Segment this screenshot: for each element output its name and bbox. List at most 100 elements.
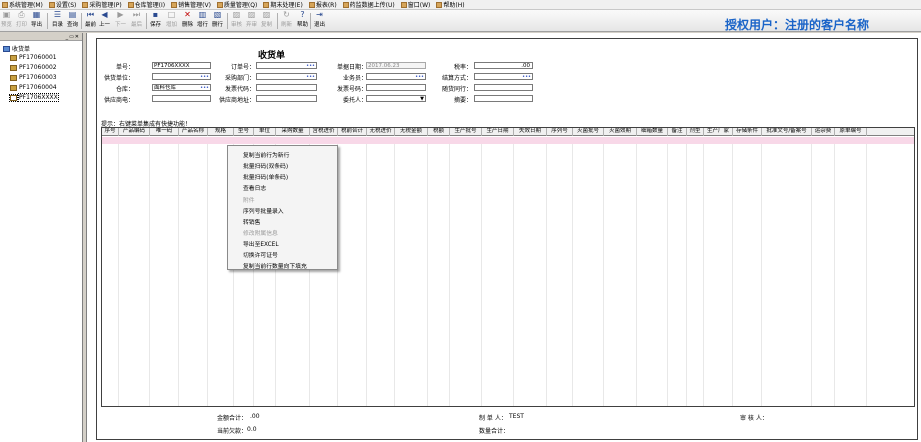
column-header[interactable]: 生产日期 xyxy=(482,128,514,136)
column-header[interactable]: 生产批号 xyxy=(450,128,482,136)
column-header[interactable]: 原单编号 xyxy=(835,128,867,136)
menu-item[interactable]: 采购管理(P) xyxy=(82,0,122,9)
toolbar-button[interactable]: □ 增加 xyxy=(166,11,177,31)
lookup-icon[interactable]: ••• xyxy=(306,74,315,79)
warehouse-field[interactable]: 面料仓库 ••• xyxy=(152,84,211,91)
column-header[interactable]: 备注 xyxy=(668,128,687,136)
supplier-field[interactable]: ••• xyxy=(152,73,211,80)
tree-item[interactable]: PF17060003 xyxy=(10,74,57,81)
column-header[interactable]: 失效日期 xyxy=(514,128,547,136)
context-menu-item[interactable]: 复制当前行数量向下填充 xyxy=(243,261,307,270)
grid-row-selected[interactable] xyxy=(102,137,914,144)
column-header[interactable]: 唯一码 xyxy=(150,128,179,136)
toolbar-button[interactable]: ▨ 复制 xyxy=(261,11,272,31)
column-header[interactable]: 生产厂家 xyxy=(704,128,733,136)
menu-item[interactable]: 销售管理(V) xyxy=(171,0,211,9)
lookup-icon[interactable]: ••• xyxy=(200,85,209,90)
invoice-code-field[interactable] xyxy=(256,84,317,91)
column-header[interactable]: 细箱数量 xyxy=(637,128,668,136)
arrival-field[interactable] xyxy=(474,84,533,91)
menu-item[interactable]: 质量管理(Q) xyxy=(216,0,257,9)
toolbar-button[interactable]: ⇥ 退出 xyxy=(314,11,325,31)
settle-field[interactable]: ••• xyxy=(474,73,533,80)
toolbar-button[interactable]: ▧ 删行 xyxy=(212,11,223,31)
context-menu-item[interactable]: 批量扫码(双条码) xyxy=(243,161,288,170)
menu-item[interactable]: 设置(S) xyxy=(48,0,76,9)
tax-rate-field[interactable]: .00 xyxy=(474,62,533,69)
column-header[interactable]: 型号 xyxy=(234,128,254,136)
column-header[interactable]: 灭菌效期 xyxy=(604,128,637,136)
salesman-field[interactable]: ••• xyxy=(366,73,426,80)
panel-controls[interactable]: _▭✕ xyxy=(66,34,80,40)
toolbar-button[interactable]: ▨ 审核 xyxy=(231,11,242,31)
context-menu-item[interactable]: 转销售 xyxy=(243,217,260,226)
toolbar-button[interactable]: ? 帮助 xyxy=(297,11,308,31)
column-header[interactable]: 单位 xyxy=(254,128,276,136)
column-header[interactable]: 税额 xyxy=(428,128,450,136)
menu-item[interactable]: 期末处理(E) xyxy=(263,0,303,9)
menu-item[interactable]: 帮助(H) xyxy=(436,0,465,9)
lookup-icon[interactable]: ••• xyxy=(200,74,209,79)
column-header[interactable]: 运杂费 xyxy=(812,128,835,136)
menu-item[interactable]: 系统管理(M) xyxy=(2,0,43,9)
supplier-addr-field[interactable] xyxy=(256,95,317,102)
column-header[interactable]: 税前合计 xyxy=(338,128,367,136)
invoice-no-field[interactable] xyxy=(366,84,426,91)
toolbar-button[interactable]: ▤ 查询 xyxy=(67,11,78,31)
context-menu-item[interactable]: 序列号批量录入 xyxy=(243,206,284,215)
tree-item[interactable]: PF17060002 xyxy=(10,64,57,71)
context-menu-item[interactable]: 导出至EXCEL xyxy=(243,239,279,248)
column-header[interactable]: 灭菌批号 xyxy=(573,128,604,136)
context-menu-item[interactable]: 切换许可证号 xyxy=(243,250,278,259)
menu-item[interactable]: 仓库管理(I) xyxy=(127,0,165,9)
po-no-field[interactable]: ••• xyxy=(256,62,317,69)
context-menu-item[interactable]: 修改附属信息 xyxy=(243,228,278,237)
tree-item[interactable]: PF17060004 xyxy=(10,84,57,91)
tree-root[interactable]: 收货单 xyxy=(3,44,30,53)
date-field[interactable]: 2017.06.23 xyxy=(366,62,426,69)
toolbar-button[interactable]: ↻ 刷新 xyxy=(281,11,292,31)
lookup-icon[interactable]: ••• xyxy=(522,74,531,79)
column-header[interactable]: 产品编码 xyxy=(119,128,150,136)
menu-item[interactable]: 药监数据上传(U) xyxy=(342,0,395,9)
supplier-phone-field[interactable] xyxy=(152,95,211,102)
toolbar-button[interactable]: ⏭ 最后 xyxy=(131,11,142,31)
toolbar-button[interactable]: ⏮ 最前 xyxy=(85,11,96,31)
lookup-icon[interactable]: ••• xyxy=(306,63,315,68)
consignor-select[interactable]: ▼ xyxy=(366,95,426,102)
column-header[interactable]: 序号 xyxy=(102,128,119,136)
tree-item-selected[interactable]: PF1706XXXX xyxy=(9,93,59,102)
toolbar-button[interactable]: ⎙ 打印 xyxy=(16,11,27,31)
column-header[interactable]: 批准文号/备案号 xyxy=(762,128,812,136)
context-menu-item[interactable]: 复制当前行为新行 xyxy=(243,150,289,159)
toolbar-button[interactable]: ▥ 增行 xyxy=(197,11,208,31)
lookup-icon[interactable]: ••• xyxy=(415,74,424,79)
tree-item[interactable]: PF17060001 xyxy=(10,54,57,61)
toolbar-button[interactable]: ▦ 导出 xyxy=(31,11,42,31)
context-menu-item[interactable]: 附件 xyxy=(243,195,255,204)
toolbar-button[interactable]: ◀ 上一 xyxy=(99,11,110,31)
column-header[interactable]: 产品名称 xyxy=(179,128,208,136)
order-no-field[interactable]: PF1706XXXX xyxy=(152,62,211,69)
column-header[interactable]: 无税金额 xyxy=(395,128,428,136)
toolbar-button[interactable]: ☰ 目录 xyxy=(52,11,63,31)
column-header[interactable]: 无税进价 xyxy=(367,128,395,136)
menu-item[interactable]: 窗口(W) xyxy=(400,0,430,9)
column-header[interactable]: 规格 xyxy=(208,128,234,136)
column-header[interactable]: 剂型 xyxy=(687,128,704,136)
detail-grid[interactable]: 序号 产品编码 唯一码 产品名称 规格 型号 单位 采购数量 含税进价 税前合计 无税进价 无税金额税… xyxy=(101,127,915,407)
toolbar-button[interactable]: ▪ 保存 xyxy=(150,11,161,31)
toolbar-button[interactable]: ▨ 弃审 xyxy=(246,11,257,31)
summary-field[interactable] xyxy=(474,95,533,102)
toolbar-button[interactable]: ✕ 删除 xyxy=(182,11,193,31)
context-menu-item[interactable]: 批量扫码(单条码) xyxy=(243,172,288,181)
toolbar-button[interactable]: ▶ 下一 xyxy=(115,11,126,31)
menu-item[interactable]: 报表(R) xyxy=(308,0,337,9)
toolbar-button[interactable]: ▣ 预览 xyxy=(1,11,12,31)
column-header[interactable]: 序列号 xyxy=(547,128,573,136)
column-header[interactable]: 含税进价 xyxy=(310,128,338,136)
column-header[interactable]: 采购数量 xyxy=(276,128,310,136)
context-menu-item[interactable]: 查看日志 xyxy=(243,183,266,192)
purchase-dept-field[interactable]: ••• xyxy=(256,73,317,80)
column-header[interactable]: 存储条件 xyxy=(733,128,762,136)
